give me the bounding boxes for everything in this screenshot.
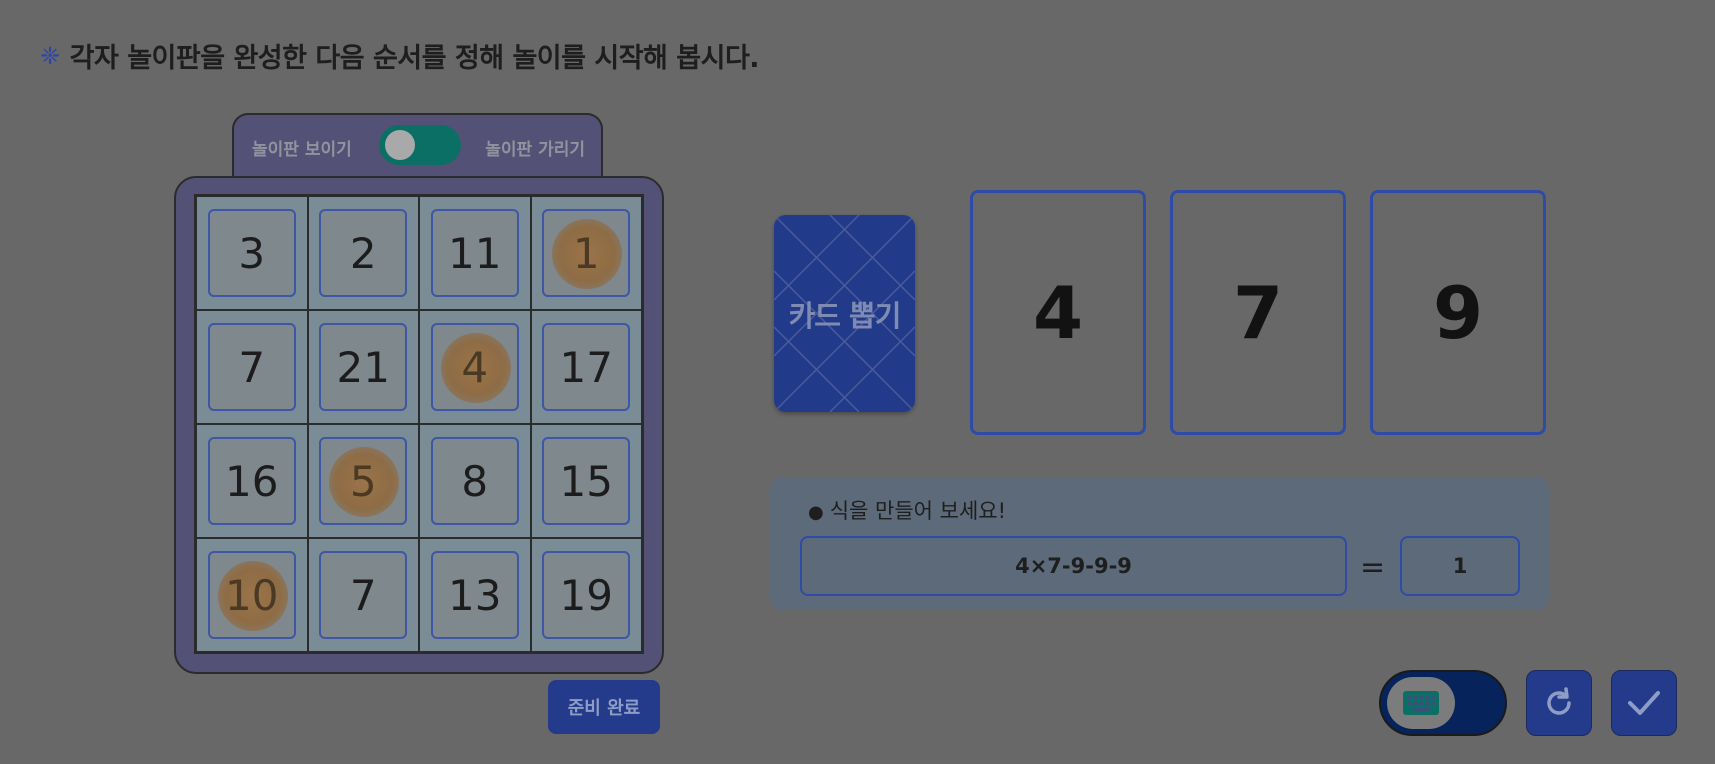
game-board: 3 2 11 1 7 21 4 17 16 5 8 15 10 7 13 19 bbox=[174, 176, 664, 674]
tile-number: 2 bbox=[349, 228, 377, 278]
tile-number: 1 bbox=[572, 228, 600, 278]
tile-number: 17 bbox=[559, 342, 613, 392]
board-cell: 1 bbox=[530, 196, 642, 310]
board-tile[interactable]: 19 bbox=[542, 551, 631, 639]
board-tile-marked[interactable]: 4 bbox=[430, 323, 519, 411]
bullet-icon: ❈ bbox=[40, 41, 60, 70]
hide-board-label[interactable]: 놀이판 가리기 bbox=[485, 135, 585, 160]
board-visibility-toggle[interactable] bbox=[379, 125, 461, 165]
toggle-knob[interactable] bbox=[385, 130, 415, 160]
board-visibility-tab: 놀이판 보이기 놀이판 가리기 bbox=[232, 113, 603, 181]
number-card-2: 7 bbox=[1170, 190, 1346, 435]
number-card-1: 4 bbox=[970, 190, 1146, 435]
board-cell: 5 bbox=[307, 424, 419, 538]
expression-prompt: ● 식을 만들어 보세요! bbox=[808, 495, 1006, 525]
draw-card-label: 카드 뽑기 bbox=[788, 298, 902, 333]
bullet-dot-icon: ● bbox=[808, 502, 824, 523]
keyboard-icon bbox=[1403, 691, 1439, 715]
board-tile-marked[interactable]: 10 bbox=[207, 551, 296, 639]
board-tile[interactable]: 7 bbox=[319, 551, 408, 639]
instruction-text: 각자 놀이판을 완성한 다음 순서를 정해 놀이를 시작해 봅시다. bbox=[69, 43, 760, 74]
board-tile[interactable]: 16 bbox=[207, 437, 296, 525]
tile-number: 19 bbox=[559, 570, 613, 620]
board-cell: 19 bbox=[530, 538, 642, 652]
board-grid: 3 2 11 1 7 21 4 17 16 5 8 15 10 7 13 19 bbox=[194, 194, 644, 654]
board-cell: 17 bbox=[530, 310, 642, 424]
board-tile[interactable]: 21 bbox=[319, 323, 408, 411]
draw-card-button[interactable]: 카드 뽑기 bbox=[774, 215, 915, 412]
show-board-label[interactable]: 놀이판 보이기 bbox=[252, 135, 352, 160]
board-tile[interactable]: 17 bbox=[542, 323, 631, 411]
keyboard-toggle[interactable] bbox=[1379, 670, 1507, 736]
board-tile-marked[interactable]: 1 bbox=[542, 209, 631, 297]
board-tile-marked[interactable]: 5 bbox=[319, 437, 408, 525]
board-cell: 11 bbox=[419, 196, 531, 310]
board-cell: 2 bbox=[307, 196, 419, 310]
check-icon bbox=[1628, 691, 1660, 715]
ready-button[interactable]: 준비 완료 bbox=[548, 680, 660, 734]
board-tile[interactable]: 13 bbox=[430, 551, 519, 639]
board-cell: 21 bbox=[307, 310, 419, 424]
tile-number: 7 bbox=[238, 342, 266, 392]
tile-number: 13 bbox=[448, 570, 502, 620]
board-tile[interactable]: 3 bbox=[207, 209, 296, 297]
number-card-3: 9 bbox=[1370, 190, 1546, 435]
refresh-icon bbox=[1547, 687, 1571, 715]
equals-sign: = bbox=[1360, 550, 1386, 585]
check-button[interactable] bbox=[1611, 670, 1677, 736]
board-cell: 16 bbox=[196, 424, 308, 538]
tile-number: 7 bbox=[349, 570, 377, 620]
tile-number: 8 bbox=[461, 456, 489, 506]
tile-number: 11 bbox=[448, 228, 502, 278]
board-tile[interactable]: 8 bbox=[430, 437, 519, 525]
board-tile[interactable]: 15 bbox=[542, 437, 631, 525]
result-input[interactable]: 1 bbox=[1400, 536, 1520, 596]
board-cell: 3 bbox=[196, 196, 308, 310]
expression-prompt-text: 식을 만들어 보세요! bbox=[829, 499, 1007, 523]
tile-number: 15 bbox=[559, 456, 613, 506]
tile-number: 3 bbox=[238, 228, 266, 278]
tile-number: 5 bbox=[349, 456, 377, 506]
tile-number: 10 bbox=[225, 570, 279, 620]
tile-number: 21 bbox=[336, 342, 390, 392]
tile-number: 4 bbox=[461, 342, 489, 392]
board-tile[interactable]: 7 bbox=[207, 323, 296, 411]
board-cell: 4 bbox=[419, 310, 531, 424]
board-cell: 7 bbox=[307, 538, 419, 652]
reset-button[interactable] bbox=[1526, 670, 1592, 736]
instruction: ❈ 각자 놀이판을 완성한 다음 순서를 정해 놀이를 시작해 봅시다. bbox=[40, 36, 760, 75]
board-tile[interactable]: 11 bbox=[430, 209, 519, 297]
board-tile[interactable]: 2 bbox=[319, 209, 408, 297]
board-cell: 7 bbox=[196, 310, 308, 424]
expression-input[interactable]: 4×7-9-9-9 bbox=[800, 536, 1347, 596]
board-cell: 13 bbox=[419, 538, 531, 652]
board-cell: 8 bbox=[419, 424, 531, 538]
board-cell: 15 bbox=[530, 424, 642, 538]
keyboard-toggle-knob[interactable] bbox=[1387, 677, 1455, 729]
expression-panel: ● 식을 만들어 보세요! 4×7-9-9-9 = 1 bbox=[770, 478, 1549, 609]
tile-number: 16 bbox=[225, 456, 279, 506]
board-cell: 10 bbox=[196, 538, 308, 652]
